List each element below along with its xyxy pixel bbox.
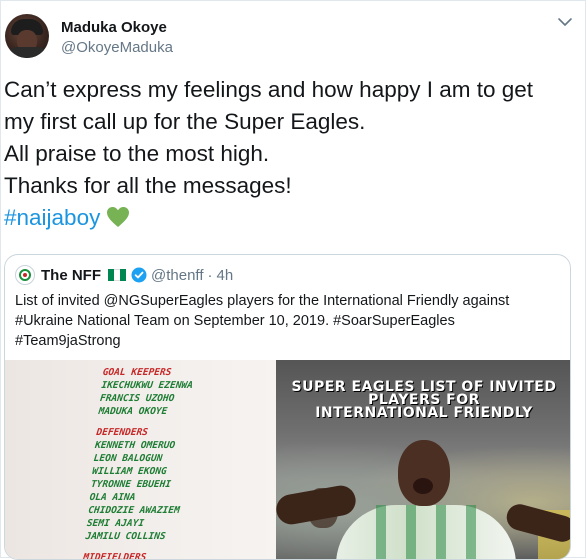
player-name: CHIDOZIE AWAZIEM xyxy=(87,505,181,516)
quoted-text-line: List of invited @NGSuperEagles players f… xyxy=(15,293,510,309)
quoted-timestamp[interactable]: 4h xyxy=(217,267,234,284)
quoted-text-line: #Team9jaStrong xyxy=(15,333,121,349)
player-name: KENNETH OMERUO xyxy=(94,440,176,451)
quoted-header: The NFF @thenff · 4h xyxy=(15,265,233,285)
quoted-text: List of invited @NGSuperEagles players f… xyxy=(15,291,560,351)
player-name: OLA AINA xyxy=(89,492,136,503)
nigeria-flag-icon xyxy=(108,269,126,281)
tweet-line: Can’t express my feelings and how happy … xyxy=(4,77,534,102)
tweet-hashtag-line: #naijaboy xyxy=(4,202,579,234)
tweet-line: All praise to the most high. xyxy=(4,141,270,166)
section-title: DEFENDERS xyxy=(95,427,149,438)
image-title-line: INTERNATIONAL FRIENDLY xyxy=(315,405,533,421)
green-heart-icon xyxy=(107,207,130,227)
player-list-panel: GOAL KEEPERS IKECHUKWU EZENWA FRANCIS UZ… xyxy=(5,360,276,559)
quoted-text-line: #Ukraine National Team on September 10, … xyxy=(15,313,455,329)
player-name: LEON BALOGUN xyxy=(93,453,163,464)
chevron-down-icon[interactable] xyxy=(555,15,575,29)
player-name: MADUKA OKOYE xyxy=(98,406,168,417)
avatar[interactable] xyxy=(5,14,49,58)
tweet-text: Can’t express my feelings and how happy … xyxy=(4,74,579,234)
quoted-author-name: The NFF xyxy=(41,266,101,284)
tweet-line: Thanks for all the messages! xyxy=(4,173,292,198)
player-name: TYRONNE EBUEHI xyxy=(90,479,172,490)
player-name: JAMILU COLLINS xyxy=(84,531,167,542)
avatar-shirt xyxy=(7,47,47,58)
tweet-line: my first call up for the Super Eagles. xyxy=(4,109,366,134)
author-name[interactable]: Maduka Okoye xyxy=(61,19,167,36)
image-title: SUPER EAGLES LIST OF INVITED PLAYERS FOR… xyxy=(276,380,570,421)
quoted-author-handle: @thenff xyxy=(151,266,204,284)
player-list: GOAL KEEPERS IKECHUKWU EZENWA FRANCIS UZ… xyxy=(83,366,195,559)
quoted-tweet[interactable]: The NFF @thenff · 4h List of invited @NG… xyxy=(4,254,571,560)
player-photo-panel: SUPER EAGLES LIST OF INVITED PLAYERS FOR… xyxy=(276,360,570,559)
player-name: SEMI AJAYI xyxy=(86,518,145,529)
author-handle[interactable]: @OkoyeMaduka xyxy=(61,39,173,56)
tweet-card: Maduka Okoye @OkoyeMaduka Can’t express … xyxy=(0,0,586,560)
section-title: GOAL KEEPERS xyxy=(102,367,172,378)
player-name: IKECHUKWU EZENWA xyxy=(100,380,194,391)
verified-badge-icon xyxy=(131,267,147,283)
quoted-media-image[interactable]: GOAL KEEPERS IKECHUKWU EZENWA FRANCIS UZ… xyxy=(5,360,570,559)
separator-dot: · xyxy=(207,266,213,284)
player-name: WILLIAM EKONG xyxy=(91,466,168,477)
player-mouth xyxy=(413,478,433,494)
player-head xyxy=(398,440,450,506)
player-name: FRANCIS UZOHO xyxy=(99,393,175,404)
hashtag-link[interactable]: #naijaboy xyxy=(4,205,100,230)
nff-logo-icon xyxy=(15,265,35,285)
